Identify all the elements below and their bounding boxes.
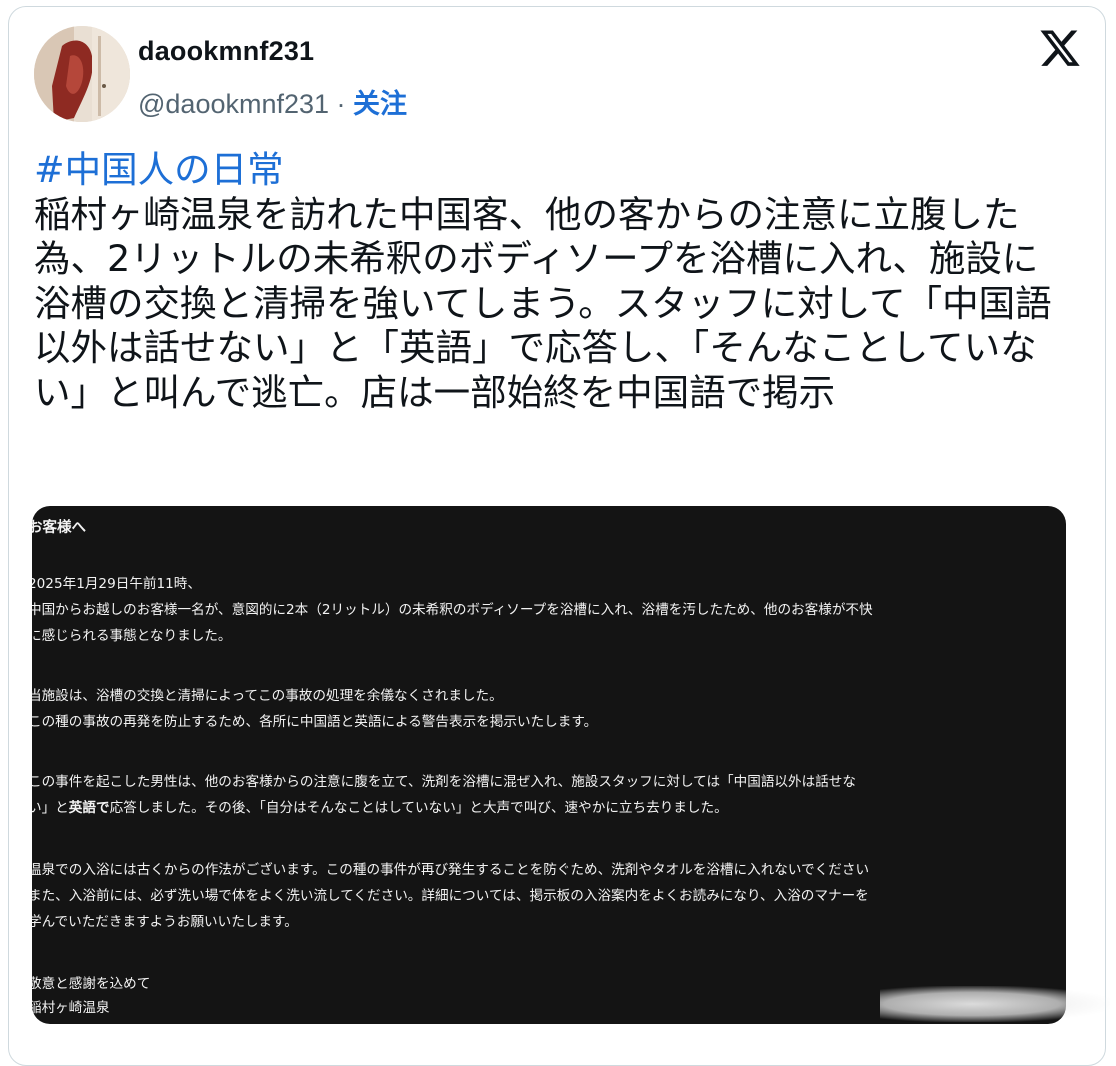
notice-p1-line1: 2025年1月29日午前11時、 [32,576,201,592]
tweet-image[interactable]: お客様へ 2025年1月29日午前11時、 中国からお越しのお客様一名が、意図的… [32,506,1066,1024]
notice-title: お客様へ [32,520,86,536]
notice-p3-line2-start: い」と [32,800,69,816]
notice-p1-line3: に感じられる事態となりました。 [32,628,232,644]
tweet-text: #中国人の日常 稲村ヶ崎温泉を訪れた中国客、他の客からの注意に立腹した為、2リット… [34,148,1074,415]
x-logo-icon[interactable] [1038,30,1082,70]
handle-separator: · [329,89,354,119]
tweet-body: 稲村ヶ崎温泉を訪れた中国客、他の客からの注意に立腹した為、2リットルの未希釈のボ… [34,192,1052,414]
avatar-photo-icon [34,26,130,122]
author-avatar[interactable] [34,26,130,122]
notice-p3-line2-end: 応答しました。その後、「自分はそんなことはしていない」と大声で叫び、速やかに立ち… [109,800,728,816]
notice-p2-line2: この種の事故の再発を防止するため、各所に中国語と英語による警告表示を掲示いたしま… [32,714,598,730]
notice-p1-line2: 中国からお越しのお客様一名が、意図的に2本（2リットル）の未希釈のボディソープを… [32,602,873,618]
notice-p3-line1: この事件を起こした男性は、他のお客様からの注意に腹を立て、洗剤を浴槽に混ぜ入れ、… [32,774,856,790]
follow-button[interactable]: 关注 [353,89,407,119]
notice-p4-line1: 温泉での入浴には古くからの作法がございます。この種の事件が再び発生することを防ぐ… [32,862,870,878]
notice-p4-line2: また、入浴前には、必ず洗い場で体をよく洗い流してください。詳細については、掲示板… [32,888,869,904]
author-display-name[interactable]: daookmnf231 [138,36,314,67]
author-handle[interactable]: @daookmnf231 [138,89,329,119]
hashtag-link[interactable]: #中国人の日常 [34,148,1074,193]
notice-english-emphasis: 英語で [68,800,110,816]
notice-p4-line3: 学んでいただきますようお願いいたします。 [32,914,298,930]
author-handle-line: @daookmnf231 · 关注 [138,82,407,121]
notice-p2-line1: 当施設は、浴槽の交換と清掃によってこの事故の処理を余儀なくされました。 [32,688,503,704]
notice-signature: 稲村ヶ崎温泉 [32,1000,110,1016]
notice-p3-line2: い」と英語で応答しました。その後、「自分はそんなことはしていない」と大声で叫び、… [32,798,728,818]
notice-closing: 敬意と感謝を込めて [32,976,151,992]
